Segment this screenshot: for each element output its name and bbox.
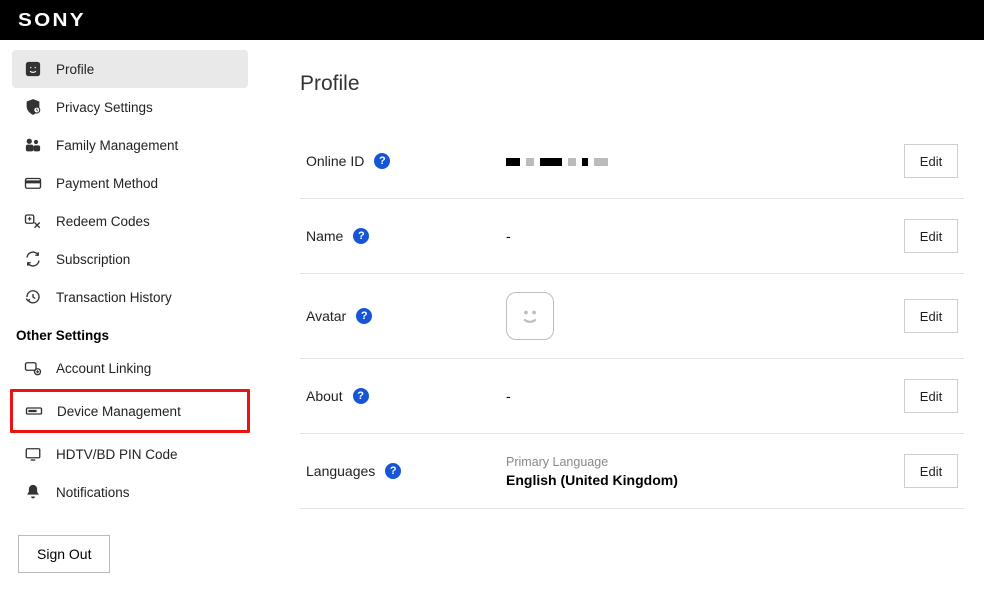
field-label: Avatar ? [306, 308, 506, 324]
field-label: Languages ? [306, 463, 506, 479]
help-icon[interactable]: ? [353, 388, 369, 404]
sidebar-item-label: Profile [56, 62, 94, 77]
edit-button[interactable]: Edit [904, 454, 958, 488]
bell-icon [22, 483, 44, 501]
sidebar-item-pin-code[interactable]: HDTV/BD PIN Code [12, 435, 248, 473]
profile-row-about: About ? - Edit [300, 359, 964, 434]
shield-icon [22, 98, 44, 116]
sidebar-item-label: Payment Method [56, 176, 158, 191]
sidebar-item-privacy[interactable]: Privacy Settings [12, 88, 248, 126]
profile-table: Online ID ? Edit Name ? [300, 124, 964, 509]
sidebar-item-label: Device Management [57, 404, 181, 419]
sidebar-item-history[interactable]: Transaction History [12, 278, 248, 316]
field-label: Online ID ? [306, 153, 506, 169]
field-value: - [506, 228, 904, 244]
sidebar-item-account-linking[interactable]: Account Linking [12, 349, 248, 387]
profile-row-online-id: Online ID ? Edit [300, 124, 964, 199]
label-text: Online ID [306, 153, 364, 169]
label-text: About [306, 388, 343, 404]
sidebar-item-family[interactable]: Family Management [12, 126, 248, 164]
help-icon[interactable]: ? [374, 153, 390, 169]
sidebar-item-device-management[interactable]: Device Management [13, 392, 247, 430]
sidebar-item-label: Subscription [56, 252, 130, 267]
redacted-online-id [506, 158, 608, 166]
label-text: Avatar [306, 308, 346, 324]
edit-button[interactable]: Edit [904, 379, 958, 413]
redeem-icon [22, 212, 44, 230]
profile-row-name: Name ? - Edit [300, 199, 964, 274]
sony-logo: SONY [18, 10, 86, 31]
profile-icon [22, 60, 44, 78]
field-label: About ? [306, 388, 506, 404]
app-header: SONY [0, 0, 984, 40]
field-label: Name ? [306, 228, 506, 244]
primary-language-label: Primary Language [506, 455, 904, 469]
content-area: Profile Privacy Settings Family Manageme… [0, 40, 984, 593]
edit-button[interactable]: Edit [904, 299, 958, 333]
edit-button[interactable]: Edit [904, 144, 958, 178]
sidebar-item-redeem[interactable]: Redeem Codes [12, 202, 248, 240]
profile-row-avatar: Avatar ? Edit [300, 274, 964, 359]
card-icon [22, 174, 44, 192]
profile-row-languages: Languages ? Primary Language English (Un… [300, 434, 964, 509]
sidebar-item-profile[interactable]: Profile [12, 50, 248, 88]
help-icon[interactable]: ? [356, 308, 372, 324]
field-value: Primary Language English (United Kingdom… [506, 455, 904, 488]
primary-language-value: English (United Kingdom) [506, 472, 904, 488]
sidebar-item-label: Privacy Settings [56, 100, 153, 115]
edit-button[interactable]: Edit [904, 219, 958, 253]
field-value: - [506, 388, 904, 404]
sign-out-button[interactable]: Sign Out [18, 535, 110, 573]
label-text: Languages [306, 463, 375, 479]
sidebar-item-label: Transaction History [56, 290, 172, 305]
field-value [506, 292, 904, 340]
page-title: Profile [300, 72, 964, 96]
label-text: Name [306, 228, 343, 244]
highlight-device-management: Device Management [10, 389, 250, 433]
sidebar-item-subscription[interactable]: Subscription [12, 240, 248, 278]
field-value [506, 153, 904, 169]
refresh-icon [22, 250, 44, 268]
tv-icon [22, 445, 44, 463]
help-icon[interactable]: ? [385, 463, 401, 479]
sidebar-item-notifications[interactable]: Notifications [12, 473, 248, 511]
avatar-image [506, 292, 554, 340]
history-icon [22, 288, 44, 306]
sidebar-item-label: Account Linking [56, 361, 151, 376]
sidebar-item-payment[interactable]: Payment Method [12, 164, 248, 202]
main-panel: Profile Online ID ? Edit [260, 50, 984, 593]
sidebar-item-label: Notifications [56, 485, 130, 500]
device-icon [23, 402, 45, 420]
sidebar-item-label: Redeem Codes [56, 214, 150, 229]
sidebar-item-label: Family Management [56, 138, 178, 153]
sidebar: Profile Privacy Settings Family Manageme… [0, 50, 260, 593]
help-icon[interactable]: ? [353, 228, 369, 244]
sidebar-item-label: HDTV/BD PIN Code [56, 447, 178, 462]
family-icon [22, 136, 44, 154]
link-icon [22, 359, 44, 377]
sidebar-section-heading: Other Settings [12, 316, 248, 349]
